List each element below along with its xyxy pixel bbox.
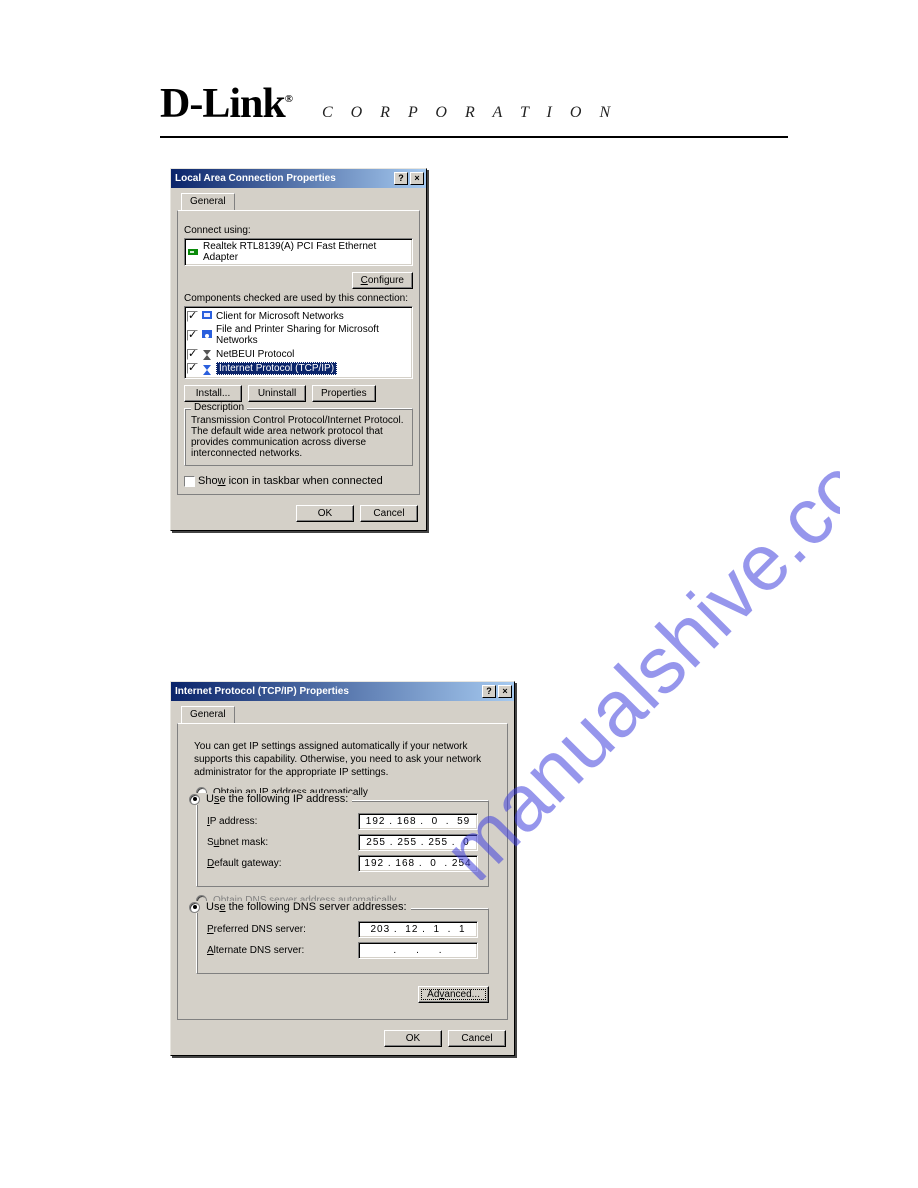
protocol-icon	[201, 363, 213, 375]
alt-dns-field[interactable]: . . .	[358, 942, 478, 959]
use-dns-label: Use the following DNS server addresses:	[206, 901, 407, 913]
tcpip-properties-dialog: Internet Protocol (TCP/IP) Properties ? …	[170, 681, 515, 1056]
configure-button[interactable]: Configure	[352, 272, 413, 289]
list-item[interactable]: Internet Protocol (TCP/IP)	[187, 361, 410, 376]
description-text: Transmission Control Protocol/Internet P…	[191, 415, 406, 459]
gateway-label: Default gateway:	[207, 858, 282, 869]
close-button[interactable]: ×	[410, 172, 424, 185]
list-item-label: File and Printer Sharing for Microsoft N…	[216, 324, 410, 346]
ok-button[interactable]: OK	[296, 505, 354, 522]
corporation-text: C O R P O R A T I O N	[322, 104, 617, 122]
pref-dns-label: Preferred DNS server:	[207, 924, 306, 935]
advanced-button[interactable]: Advanced...	[418, 986, 489, 1003]
subnet-label: Subnet mask:	[207, 837, 268, 848]
trademark-icon: ®	[285, 93, 292, 105]
cancel-button[interactable]: Cancel	[360, 505, 418, 522]
titlebar: Internet Protocol (TCP/IP) Properties ? …	[171, 682, 514, 701]
adapter-field: Realtek RTL8139(A) PCI Fast Ethernet Ada…	[184, 238, 413, 266]
list-item[interactable]: File and Printer Sharing for Microsoft N…	[187, 323, 410, 347]
ip-address-field[interactable]: 192 . 168 . 0 . 59	[358, 813, 478, 830]
list-item-label: NetBEUI Protocol	[216, 349, 294, 360]
tab-general[interactable]: General	[181, 706, 235, 723]
list-item[interactable]: NetBEUI Protocol	[187, 347, 410, 361]
install-button[interactable]: Install...	[184, 385, 242, 402]
use-dns-group: Use the following DNS server addresses: …	[196, 908, 489, 974]
checkbox-icon[interactable]	[187, 311, 198, 322]
protocol-icon	[201, 348, 213, 360]
list-item-label: Client for Microsoft Networks	[216, 311, 344, 322]
lan-properties-dialog: Local Area Connection Properties ? × Gen…	[170, 168, 427, 531]
use-ip-group: Use the following IP address: IP address…	[196, 800, 489, 887]
use-ip-label: Use the following IP address:	[206, 793, 348, 805]
list-item[interactable]: Client for Microsoft Networks	[187, 309, 410, 323]
cancel-button[interactable]: Cancel	[448, 1030, 506, 1047]
list-item-label: Internet Protocol (TCP/IP)	[216, 362, 337, 375]
properties-button[interactable]: Properties	[312, 385, 376, 402]
show-icon-label: Show icon in taskbar when connected	[198, 475, 383, 487]
gateway-field[interactable]: 192 . 168 . 0 . 254	[358, 855, 478, 872]
page-header: D-Link® C O R P O R A T I O N	[160, 80, 788, 138]
intro-text: You can get IP settings assigned automat…	[184, 734, 501, 783]
uninstall-button[interactable]: Uninstall	[248, 385, 306, 402]
page: D-Link® C O R P O R A T I O N Local Area…	[0, 0, 918, 1056]
description-title: Description	[191, 402, 247, 413]
share-icon	[201, 329, 213, 341]
pref-dns-field[interactable]: 203 . 12 . 1 . 1	[358, 921, 478, 938]
alt-dns-label: Alternate DNS server:	[207, 945, 304, 956]
help-button[interactable]: ?	[482, 685, 496, 698]
ip-address-label: IP address:	[207, 816, 257, 827]
logo-text: D-Link	[160, 81, 285, 127]
tab-general[interactable]: General	[181, 193, 235, 210]
use-ip-radio[interactable]	[189, 794, 200, 805]
nic-icon	[188, 246, 200, 258]
checkbox-icon[interactable]	[187, 330, 198, 341]
titlebar: Local Area Connection Properties ? ×	[171, 169, 426, 188]
client-icon	[201, 310, 213, 322]
components-label: Components checked are used by this conn…	[184, 293, 413, 304]
dlink-logo: D-Link®	[160, 80, 292, 128]
ok-button[interactable]: OK	[384, 1030, 442, 1047]
checkbox-icon[interactable]	[187, 349, 198, 360]
dialog-title: Local Area Connection Properties	[175, 173, 336, 184]
show-icon-checkbox[interactable]	[184, 476, 195, 487]
adapter-text: Realtek RTL8139(A) PCI Fast Ethernet Ada…	[203, 241, 409, 263]
close-button[interactable]: ×	[498, 685, 512, 698]
checkbox-icon[interactable]	[187, 363, 198, 374]
subnet-field[interactable]: 255 . 255 . 255 . 0	[358, 834, 478, 851]
help-button[interactable]: ?	[394, 172, 408, 185]
components-listbox[interactable]: Client for Microsoft Networks File and P…	[184, 306, 413, 379]
connect-using-label: Connect using:	[184, 225, 413, 236]
description-group: Description Transmission Control Protoco…	[184, 408, 413, 466]
use-dns-radio[interactable]	[189, 902, 200, 913]
dialog-title: Internet Protocol (TCP/IP) Properties	[175, 686, 349, 697]
